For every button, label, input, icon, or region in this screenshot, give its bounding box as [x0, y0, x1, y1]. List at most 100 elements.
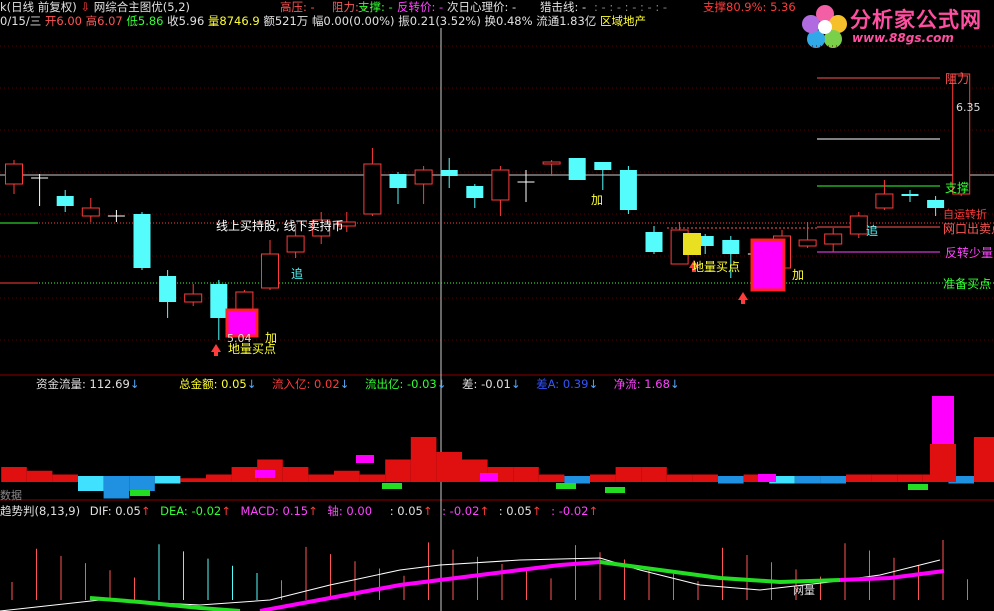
fund-net: 净流: 1.68↓ — [613, 377, 680, 391]
fund-bar-cap — [758, 474, 776, 482]
fund-bar — [26, 470, 53, 482]
fund-bar — [180, 478, 206, 482]
dea-line-green-2 — [599, 560, 841, 585]
candle-down — [56, 196, 74, 206]
chase-annotation-1: 追 — [291, 267, 304, 281]
fund-bar — [794, 476, 821, 484]
fund-bar-green — [605, 487, 625, 493]
chase-annotation-2: 追 — [866, 224, 879, 238]
fund-bar — [820, 476, 846, 484]
fund-bar — [871, 474, 898, 482]
fund-bar — [974, 437, 994, 482]
candle-down — [440, 170, 458, 176]
buy-arrow-icon — [211, 344, 221, 356]
fund-bar — [513, 467, 539, 482]
price-low-label: 5.04 — [227, 332, 252, 345]
fund-bar — [641, 467, 667, 482]
fund-bar-green — [556, 483, 576, 489]
macd-note: 网量 — [793, 584, 815, 597]
fund-bar — [308, 474, 334, 482]
hold-annotation: 线上买持股, 线下卖持币 — [216, 219, 344, 233]
signal-block-2 — [750, 238, 786, 292]
fund-bar — [615, 467, 642, 482]
fund-bar — [334, 470, 360, 482]
fund-bar — [846, 474, 872, 482]
fund-panel-header: 资金流量: 112.69↓ 总金额: 0.05↓ 流入亿: 0.02↓ 流出亿:… — [0, 377, 680, 391]
fund-total: 总金额: 0.05↓ — [179, 377, 257, 391]
fund-bar — [692, 474, 718, 482]
reverse-label: 反转少量 — [945, 246, 994, 260]
candle-up — [798, 239, 817, 247]
fund-left-label: 数据 — [0, 489, 22, 502]
fund-diff: 差: -0.01↓ — [462, 377, 521, 391]
fund-bar-green — [130, 490, 150, 496]
macd-panel-header: 趋势判(8,13,9) DIF: 0.05↑ DEA: -0.02↑ MACD:… — [0, 504, 598, 518]
support-label: 支撑 — [945, 181, 970, 195]
candle-up — [542, 161, 561, 165]
candle-up — [491, 169, 510, 201]
candle-up — [875, 193, 894, 209]
fund-bar — [154, 476, 181, 484]
signal-block-yellow — [683, 233, 701, 255]
macd-title[interactable]: 趋势判(8,13,9) — [0, 504, 80, 518]
candle-up — [261, 253, 279, 289]
fund-bar — [1, 467, 27, 482]
fund-bar — [78, 476, 104, 491]
fund-bar-cap — [356, 455, 374, 463]
kline-chart[interactable] — [0, 0, 994, 611]
price-high-label: 6.35 — [956, 101, 981, 114]
candle-up — [414, 169, 433, 185]
candle-down — [645, 232, 663, 252]
candle-down — [927, 200, 945, 208]
candle-down — [210, 284, 228, 318]
fund-bar — [385, 459, 411, 482]
candle-up — [184, 293, 203, 303]
candle-up — [5, 163, 23, 185]
resistance-label: 阻力 — [945, 72, 970, 86]
fund-bar-cap — [255, 470, 275, 478]
candle-down — [159, 276, 177, 302]
fund-bar — [282, 467, 309, 482]
candle-up — [363, 163, 382, 215]
candle-up — [81, 207, 100, 217]
fund-bar — [897, 474, 923, 482]
fund-bar-green — [908, 484, 928, 490]
fund-bar — [564, 476, 590, 484]
candle-up — [824, 233, 843, 245]
candle-down — [594, 162, 612, 170]
fund-ma: 差A: 0.39↓ — [536, 377, 599, 391]
candle-up — [286, 235, 305, 253]
macd-v3: : 0.05↑ — [498, 504, 542, 518]
fund-bar-last — [930, 444, 956, 482]
fund-outflow: 流出亿: -0.03↓ — [364, 377, 447, 391]
macd-v1: : 0.05↑ — [389, 504, 433, 518]
macd-macd: MACD: 0.15↑ — [240, 504, 318, 518]
add-annotation-3: 加 — [792, 268, 805, 282]
fund-bar — [718, 476, 744, 484]
fund-inflow: 流入亿: 0.02↓ — [272, 377, 350, 391]
fund-bar-cap-tall — [932, 396, 954, 444]
fund-bar — [103, 476, 130, 499]
buy-arrow-icon — [738, 292, 748, 304]
fund-bar-cap — [480, 473, 498, 481]
candle-up — [952, 73, 971, 195]
fund-bar-green — [382, 483, 402, 489]
candle-down — [133, 214, 151, 268]
sell-point-label: 网口出卖点 — [943, 222, 994, 236]
macd-v2: : -0.02↑ — [442, 504, 490, 518]
candle-down — [619, 170, 637, 210]
candle-down — [901, 194, 919, 196]
fund-bar — [410, 437, 437, 482]
fund-bar — [666, 474, 693, 482]
fund-bar — [538, 474, 565, 482]
fund-bar — [590, 474, 616, 482]
macd-dif: DIF: 0.05↑ — [89, 504, 151, 518]
macd-v4: : -0.02↑ — [551, 504, 599, 518]
fund-bar — [52, 474, 78, 482]
candle-down — [568, 158, 586, 180]
macd-axis: 轴: 0.00 — [327, 504, 373, 518]
prepare-buy-label: 准备买点 — [943, 277, 992, 291]
buy-annotation-2: 地量买点 — [692, 260, 741, 274]
fund-bar — [129, 476, 155, 491]
candle-down — [722, 240, 740, 254]
